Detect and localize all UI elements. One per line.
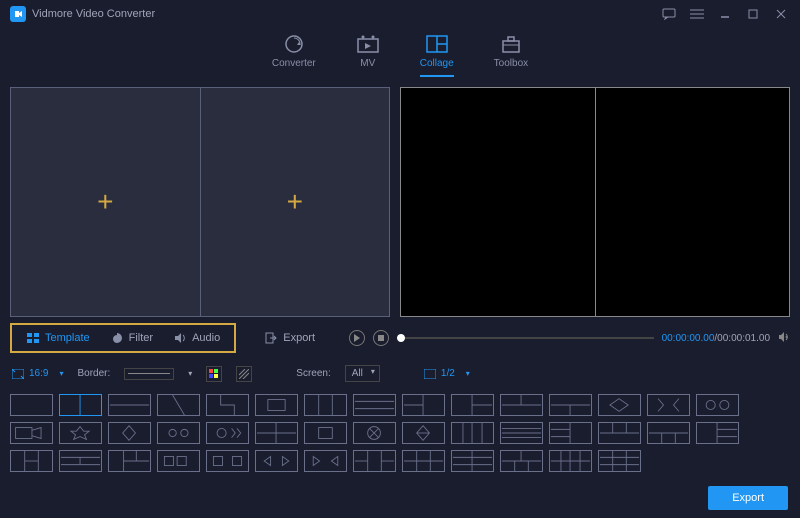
- template-item[interactable]: [304, 450, 347, 472]
- preview-panel: [400, 87, 790, 317]
- play-button[interactable]: [349, 330, 365, 346]
- app-title: Vidmore Video Converter: [32, 8, 155, 20]
- template-item[interactable]: [402, 394, 445, 416]
- template-item[interactable]: [598, 394, 641, 416]
- audio-label: Audio: [192, 332, 220, 344]
- add-icon: +: [287, 186, 303, 218]
- tab-converter[interactable]: Converter: [272, 34, 316, 77]
- app-logo: [10, 6, 26, 22]
- main-tabs: Converter MV Collage Toolbox: [0, 28, 800, 87]
- template-item[interactable]: [549, 422, 592, 444]
- export-button[interactable]: Export: [708, 486, 788, 510]
- audio-button[interactable]: Audio: [163, 327, 230, 349]
- color-picker-button[interactable]: [206, 366, 222, 382]
- filter-label: Filter: [129, 332, 153, 344]
- filter-icon: [110, 331, 124, 345]
- template-item[interactable]: [59, 394, 102, 416]
- highlighted-tools: Template Filter Audio: [10, 323, 236, 353]
- template-item[interactable]: [108, 450, 151, 472]
- volume-icon[interactable]: [778, 331, 790, 346]
- minimize-icon[interactable]: [716, 5, 734, 23]
- template-item[interactable]: [451, 450, 494, 472]
- template-item[interactable]: [647, 394, 690, 416]
- feedback-icon[interactable]: [660, 5, 678, 23]
- export-label: Export: [283, 332, 315, 344]
- template-label: Template: [45, 332, 90, 344]
- template-item[interactable]: [206, 450, 249, 472]
- template-item[interactable]: [500, 450, 543, 472]
- template-item[interactable]: [402, 450, 445, 472]
- tab-toolbox[interactable]: Toolbox: [494, 34, 528, 77]
- tab-collage[interactable]: Collage: [420, 34, 454, 77]
- template-item[interactable]: [304, 422, 347, 444]
- filter-button[interactable]: Filter: [100, 327, 163, 349]
- template-item[interactable]: [206, 394, 249, 416]
- ratio-value: 16:9: [29, 368, 48, 379]
- titlebar: Vidmore Video Converter: [0, 0, 800, 28]
- template-item[interactable]: [598, 450, 641, 472]
- template-icon: [26, 331, 40, 345]
- template-item[interactable]: [108, 394, 151, 416]
- editor-pane-2[interactable]: +: [201, 88, 390, 316]
- template-item[interactable]: [59, 422, 102, 444]
- add-icon: +: [97, 186, 113, 218]
- template-item[interactable]: [696, 422, 739, 444]
- template-item[interactable]: [402, 422, 445, 444]
- export-icon: [264, 331, 278, 345]
- template-item[interactable]: [10, 394, 53, 416]
- close-icon[interactable]: [772, 5, 790, 23]
- screen-selector[interactable]: All: [345, 365, 380, 382]
- progress-bar[interactable]: [397, 337, 654, 339]
- template-item[interactable]: [549, 394, 592, 416]
- template-item[interactable]: [157, 450, 200, 472]
- template-item[interactable]: [108, 422, 151, 444]
- template-item[interactable]: [157, 422, 200, 444]
- page-indicator[interactable]: 1/2 ▾: [424, 368, 470, 379]
- template-item[interactable]: [500, 394, 543, 416]
- preview-pane-1: [401, 88, 596, 316]
- menu-icon[interactable]: [688, 5, 706, 23]
- tab-label: Toolbox: [494, 58, 528, 69]
- border-style-selector[interactable]: [124, 368, 174, 380]
- editor-pane-1[interactable]: +: [11, 88, 201, 316]
- template-item[interactable]: [255, 394, 298, 416]
- page-value: 1/2: [441, 368, 455, 379]
- export-tab-button[interactable]: Export: [254, 327, 325, 349]
- template-item[interactable]: [451, 422, 494, 444]
- aspect-ratio-selector[interactable]: 16:9 ▾: [12, 368, 63, 379]
- audio-icon: [173, 331, 187, 345]
- preview-pane-2: [596, 88, 790, 316]
- template-item[interactable]: [696, 394, 739, 416]
- template-grid: [0, 388, 800, 484]
- template-item[interactable]: [549, 450, 592, 472]
- maximize-icon[interactable]: [744, 5, 762, 23]
- template-item[interactable]: [353, 394, 396, 416]
- template-item[interactable]: [255, 450, 298, 472]
- template-item[interactable]: [647, 422, 690, 444]
- template-item[interactable]: [598, 422, 641, 444]
- tab-mv[interactable]: MV: [356, 34, 380, 77]
- template-item[interactable]: [353, 422, 396, 444]
- template-item[interactable]: [206, 422, 249, 444]
- tab-label: Collage: [420, 58, 454, 69]
- tab-label: Converter: [272, 58, 316, 69]
- template-item[interactable]: [157, 394, 200, 416]
- template-item[interactable]: [304, 394, 347, 416]
- template-item[interactable]: [451, 394, 494, 416]
- border-label: Border:: [77, 368, 110, 379]
- screen-label: Screen:: [296, 368, 330, 379]
- template-item[interactable]: [353, 450, 396, 472]
- template-item[interactable]: [10, 422, 53, 444]
- time-display: 00:00:00.00/00:00:01.00: [662, 333, 770, 344]
- stop-button[interactable]: [373, 330, 389, 346]
- template-button[interactable]: Template: [16, 327, 100, 349]
- template-item[interactable]: [59, 450, 102, 472]
- collage-editor: + +: [10, 87, 390, 317]
- template-item[interactable]: [500, 422, 543, 444]
- tab-label: MV: [360, 58, 375, 69]
- pattern-button[interactable]: [236, 366, 252, 382]
- template-item[interactable]: [10, 450, 53, 472]
- template-item[interactable]: [255, 422, 298, 444]
